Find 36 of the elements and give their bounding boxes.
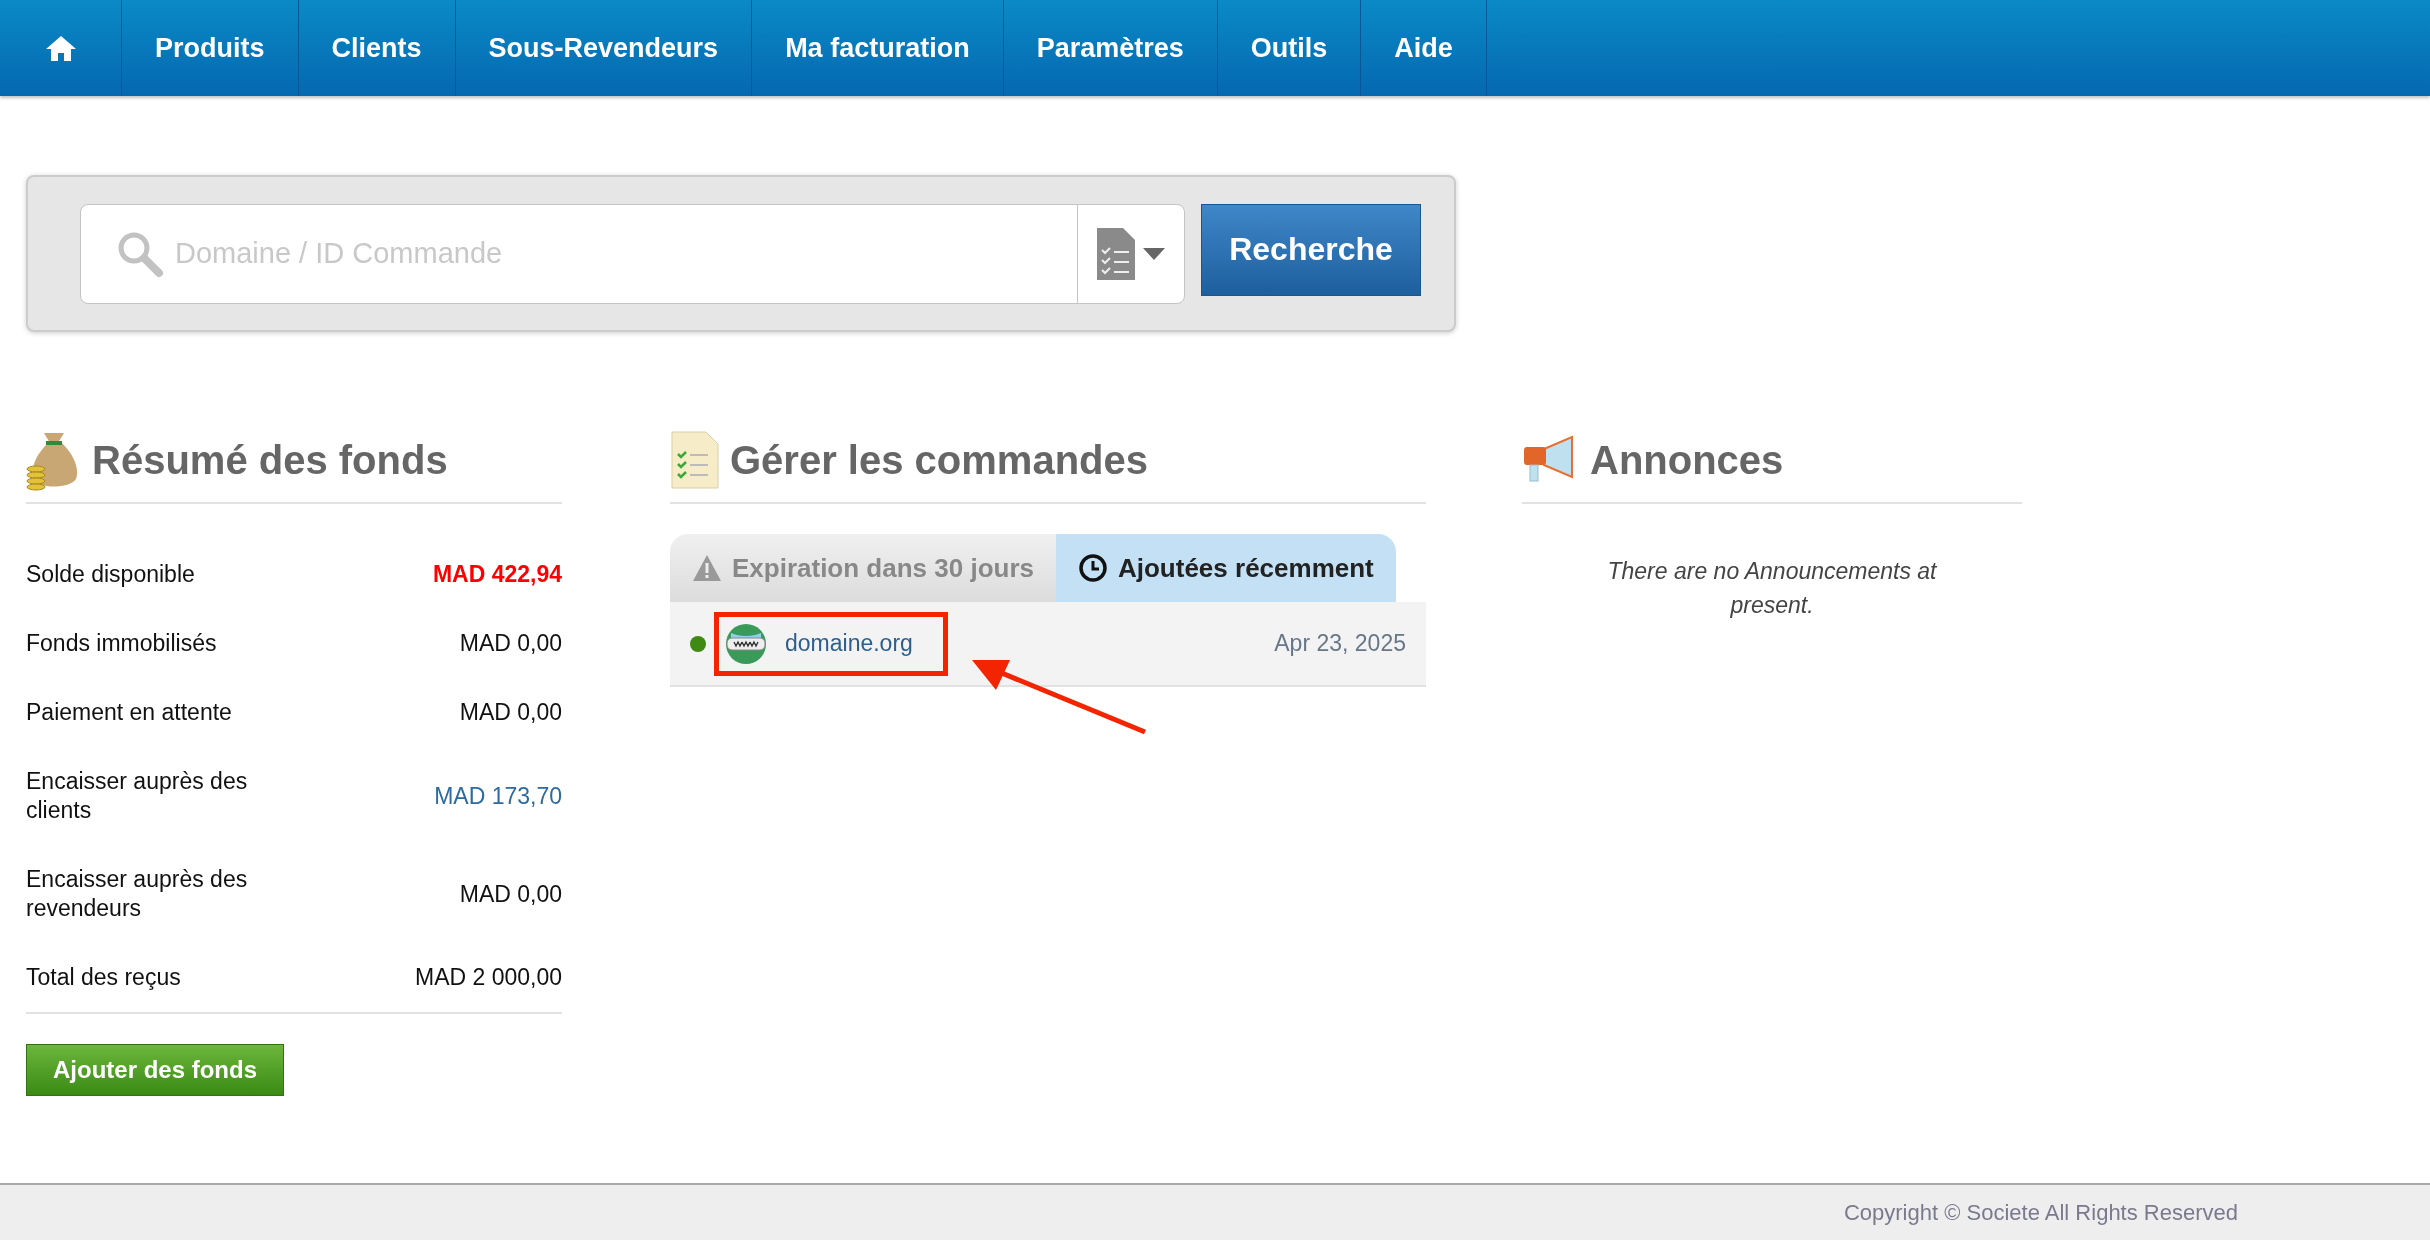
- clock-icon: [1078, 553, 1108, 583]
- fund-label: Solde disponible: [26, 560, 196, 589]
- nav-menu-item[interactable]: Paramètres: [1003, 0, 1218, 96]
- globe-icon: [725, 622, 767, 665]
- nav-menu-item[interactable]: Ma facturation: [752, 0, 1004, 96]
- orders-tab[interactable]: Ajoutées récemment: [1056, 534, 1396, 602]
- fund-label: Fonds immobilisés: [26, 629, 218, 658]
- empty-announcements-message: There are no Announcements at present.: [1606, 557, 1938, 620]
- nav-menu-item[interactable]: Outils: [1217, 0, 1362, 96]
- nav-menu-item[interactable]: Clients: [298, 0, 456, 96]
- search-button[interactable]: Recherche: [1201, 203, 1421, 296]
- warning-icon: [692, 554, 722, 582]
- domain-link[interactable]: domaine.org: [785, 630, 913, 657]
- fund-amount: MAD 0,00: [459, 880, 562, 908]
- add-funds-button[interactable]: Ajouter des fonds: [26, 1044, 284, 1096]
- copyright-text: Copyright © Societe All Rights Reserved: [1843, 1199, 2238, 1226]
- fund-amount: MAD 0,00: [459, 699, 562, 726]
- nav-menu-item[interactable]: Produits: [122, 0, 299, 96]
- fund-label: Encaisser auprès des revendeurs: [26, 865, 249, 923]
- order-date: Apr 23, 2025: [1274, 630, 1406, 657]
- nav-menu-item[interactable]: Sous-Revendeurs: [455, 0, 753, 96]
- caret-icon: [1143, 247, 1165, 260]
- fund-label: Encaisser auprès des clients: [26, 767, 249, 825]
- fund-label: Paiement en attente: [26, 698, 233, 727]
- nav-menu-item[interactable]: Aide: [1361, 0, 1487, 96]
- fund-amount[interactable]: MAD 173,70: [434, 782, 562, 810]
- section-title: Résumé des fonds: [92, 437, 448, 483]
- section-title: Gérer les commandes: [730, 437, 1148, 483]
- fund-amount: MAD 2 000,00: [414, 964, 562, 991]
- fund-amount: MAD 422,94: [432, 561, 562, 588]
- fund-label: Total des reçus: [26, 963, 182, 992]
- section-title: Annonces: [1590, 437, 1784, 483]
- checklist-document-icon: [670, 430, 720, 490]
- document-list-icon: [1097, 227, 1135, 280]
- orders-tab[interactable]: Expiration dans 30 jours: [670, 534, 1056, 602]
- fund-amount: MAD 0,00: [459, 630, 562, 657]
